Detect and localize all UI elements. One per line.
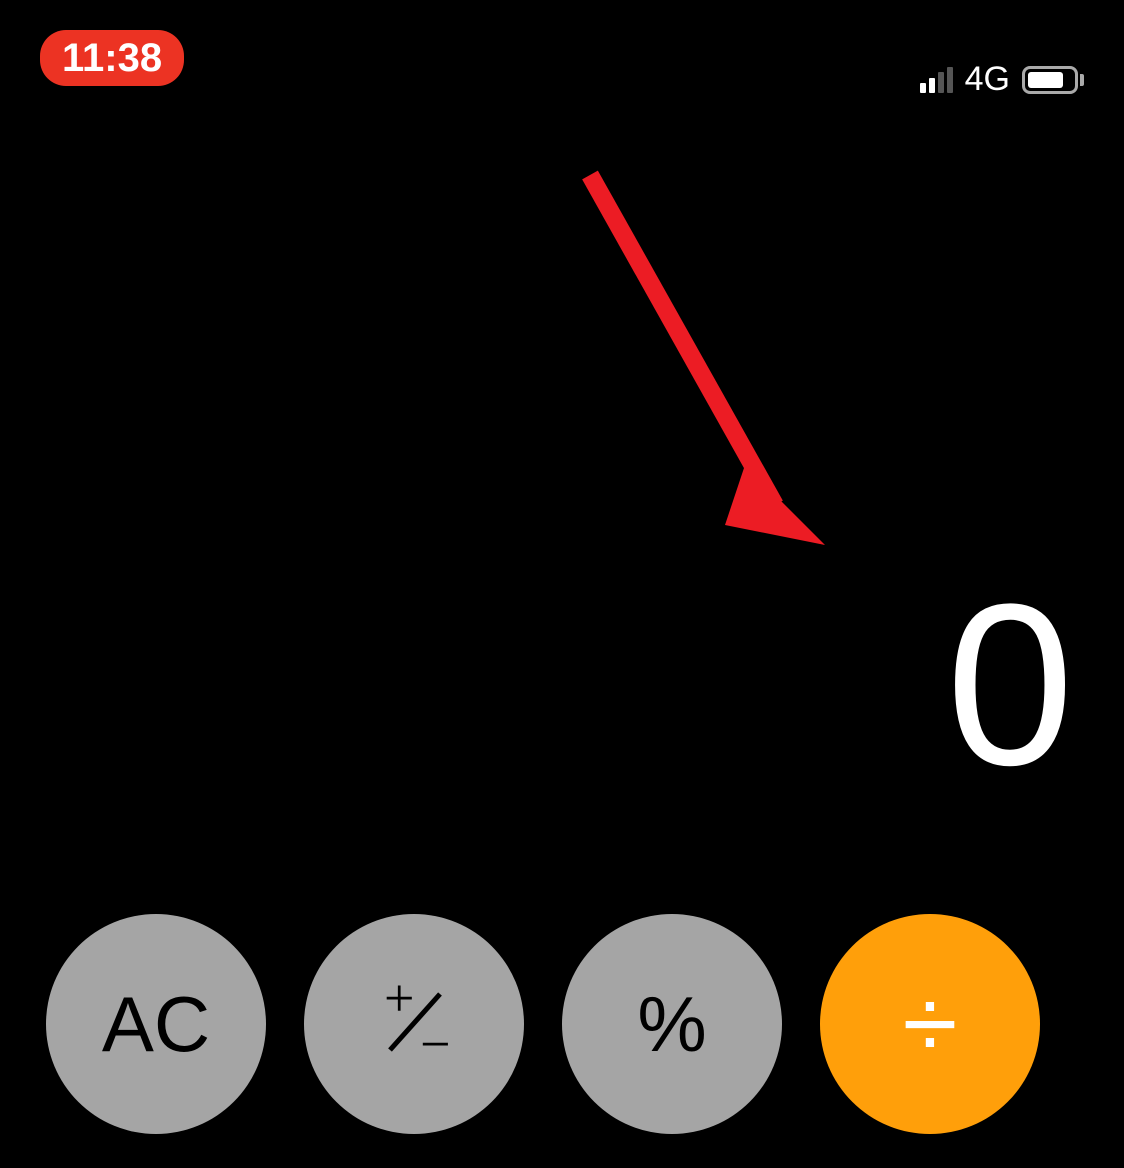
battery-icon <box>1022 66 1084 94</box>
cellular-signal-icon <box>920 67 953 93</box>
percent-button[interactable]: % <box>562 914 782 1134</box>
network-type-label: 4G <box>965 60 1010 99</box>
plus-minus-icon: + − <box>354 964 474 1084</box>
annotation-arrow-icon <box>575 165 835 565</box>
svg-text:−: − <box>420 1014 450 1074</box>
svg-text:+: + <box>384 968 414 1028</box>
status-bar: 11:38 4G <box>0 0 1124 100</box>
status-time-pill[interactable]: 11:38 <box>40 30 184 86</box>
clear-button[interactable]: AC <box>46 914 266 1134</box>
calculator-display[interactable]: 0 <box>946 570 1064 800</box>
calculator-button-row: AC + − % ÷ <box>46 914 1040 1134</box>
divide-button[interactable]: ÷ <box>820 914 1040 1134</box>
sign-button[interactable]: + − <box>304 914 524 1134</box>
status-right: 4G <box>920 60 1084 99</box>
divide-icon: ÷ <box>903 967 958 1082</box>
